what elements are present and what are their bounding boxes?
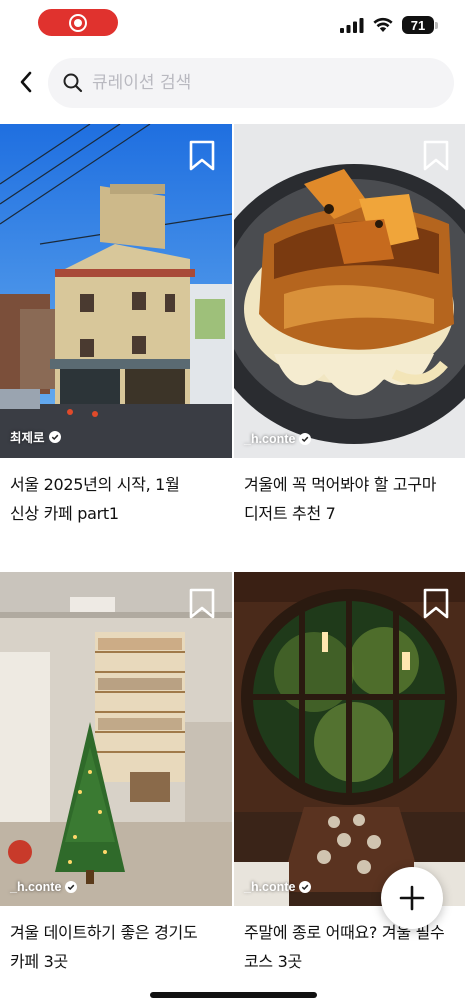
author-label[interactable]: 최제로 bbox=[10, 427, 61, 446]
battery-cap bbox=[435, 22, 438, 29]
christmas-bookstore-cafe-photo bbox=[0, 572, 232, 906]
record-icon bbox=[69, 13, 87, 32]
chevron-left-icon bbox=[20, 71, 32, 93]
curation-card[interactable]: _h.conte 겨울 데이트하기 좋은 경기도 카페 3곳 bbox=[0, 572, 232, 1007]
verified-badge-icon bbox=[299, 433, 312, 445]
search-icon bbox=[62, 72, 84, 94]
author-label[interactable]: _h.conte bbox=[10, 880, 78, 894]
card-title-line: 카페 3곳 bbox=[10, 952, 68, 971]
card-title-line: 서울 2025년의 시작, 1월 bbox=[10, 475, 180, 494]
curation-card[interactable]: _h.conte 주말에 종로 어때요? 겨울 필수 코스 3곳 bbox=[234, 572, 465, 1007]
sweet-potato-dessert-photo bbox=[234, 124, 465, 458]
wifi-icon bbox=[373, 17, 393, 32]
round-window-dining-photo bbox=[234, 572, 465, 906]
card-title[interactable]: 서울 2025년의 시작, 1월 신상 카페 part1 bbox=[0, 458, 232, 572]
bookmark-icon[interactable] bbox=[188, 140, 216, 172]
card-title-line: 디저트 추천 7 bbox=[244, 504, 336, 523]
home-indicator[interactable] bbox=[150, 992, 317, 998]
bookmark-icon[interactable] bbox=[422, 588, 450, 620]
battery-level: 71 bbox=[410, 17, 426, 33]
author-name: _h.conte bbox=[244, 432, 296, 446]
search-bar[interactable] bbox=[48, 58, 454, 108]
verified-badge-icon bbox=[48, 430, 61, 443]
card-title-line: 신상 카페 part1 bbox=[10, 504, 119, 523]
card-image[interactable]: _h.conte bbox=[234, 572, 465, 906]
author-name: 최제로 bbox=[10, 431, 45, 445]
author-name: _h.conte bbox=[10, 880, 62, 894]
card-title-line: 겨울 데이트하기 좋은 경기도 bbox=[10, 923, 198, 942]
card-image[interactable]: _h.conte bbox=[0, 572, 232, 906]
plus-icon bbox=[399, 885, 425, 911]
verified-badge-icon bbox=[65, 881, 78, 893]
card-title[interactable]: 겨울에 꼭 먹어봐야 할 고구마 디저트 추천 7 bbox=[234, 458, 465, 572]
curation-card[interactable]: _h.conte 겨울에 꼭 먹어봐야 할 고구마 디저트 추천 7 bbox=[234, 124, 465, 572]
screen-recording-indicator[interactable] bbox=[38, 9, 118, 36]
header bbox=[0, 52, 465, 112]
author-label[interactable]: _h.conte bbox=[244, 880, 312, 894]
add-button[interactable] bbox=[381, 867, 443, 929]
author-label[interactable]: _h.conte bbox=[244, 432, 312, 446]
verified-badge-icon bbox=[299, 881, 312, 893]
search-input[interactable] bbox=[92, 73, 422, 93]
card-image[interactable]: 최제로 bbox=[0, 124, 232, 458]
bookmark-icon[interactable] bbox=[422, 140, 450, 172]
card-image[interactable]: _h.conte bbox=[234, 124, 465, 458]
card-title-line: 겨울에 꼭 먹어봐야 할 고구마 bbox=[244, 475, 437, 494]
curation-card[interactable]: 최제로 서울 2025년의 시작, 1월 신상 카페 part1 bbox=[0, 124, 232, 572]
card-title-line: 코스 3곳 bbox=[244, 952, 302, 971]
building-street-photo bbox=[0, 124, 232, 458]
cellular-signal-icon bbox=[340, 18, 364, 33]
battery-icon: 71 bbox=[402, 16, 434, 34]
status-bar: 71 bbox=[0, 0, 465, 46]
back-button[interactable] bbox=[10, 64, 42, 100]
bookmark-icon[interactable] bbox=[188, 588, 216, 620]
author-name: _h.conte bbox=[244, 880, 296, 894]
